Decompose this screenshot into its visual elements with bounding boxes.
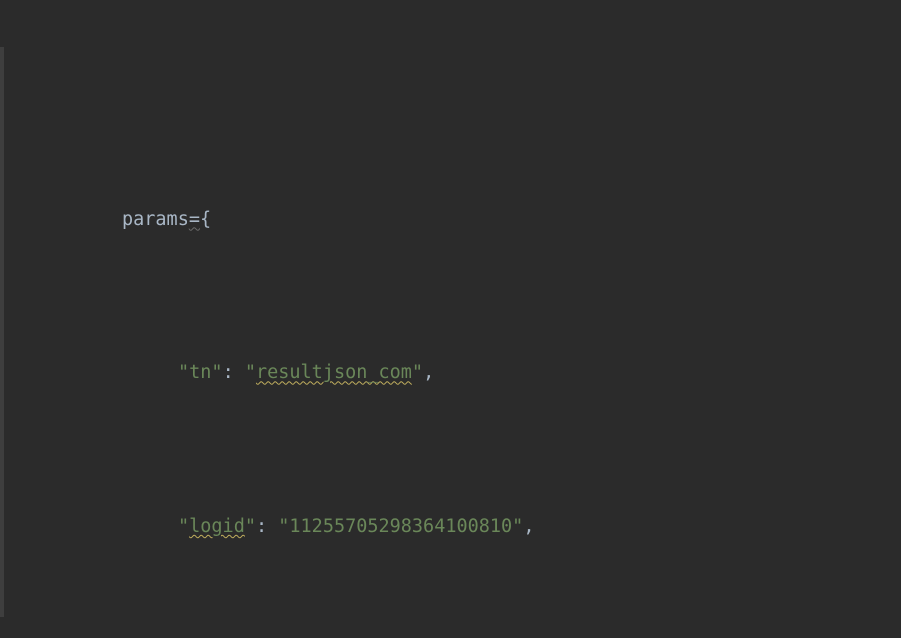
identifier-params: params <box>122 209 189 230</box>
brace-open: { <box>200 209 211 230</box>
line-logid: "logid": "11255705298364100810", <box>0 508 901 546</box>
key-tn: "tn" <box>178 362 223 383</box>
key-logid: logid <box>189 516 245 537</box>
code-editor[interactable]: params={ "tn": "resultjson_com", "logid"… <box>0 0 901 638</box>
val-tn: resultjson_com <box>256 362 412 383</box>
comma: , <box>423 362 434 383</box>
assign-op: = <box>189 209 200 230</box>
line-tn: "tn": "resultjson_com", <box>0 354 901 392</box>
line-params: params={ <box>0 201 901 239</box>
val-logid: "11255705298364100810" <box>278 516 523 537</box>
gutter-marker <box>0 47 4 617</box>
